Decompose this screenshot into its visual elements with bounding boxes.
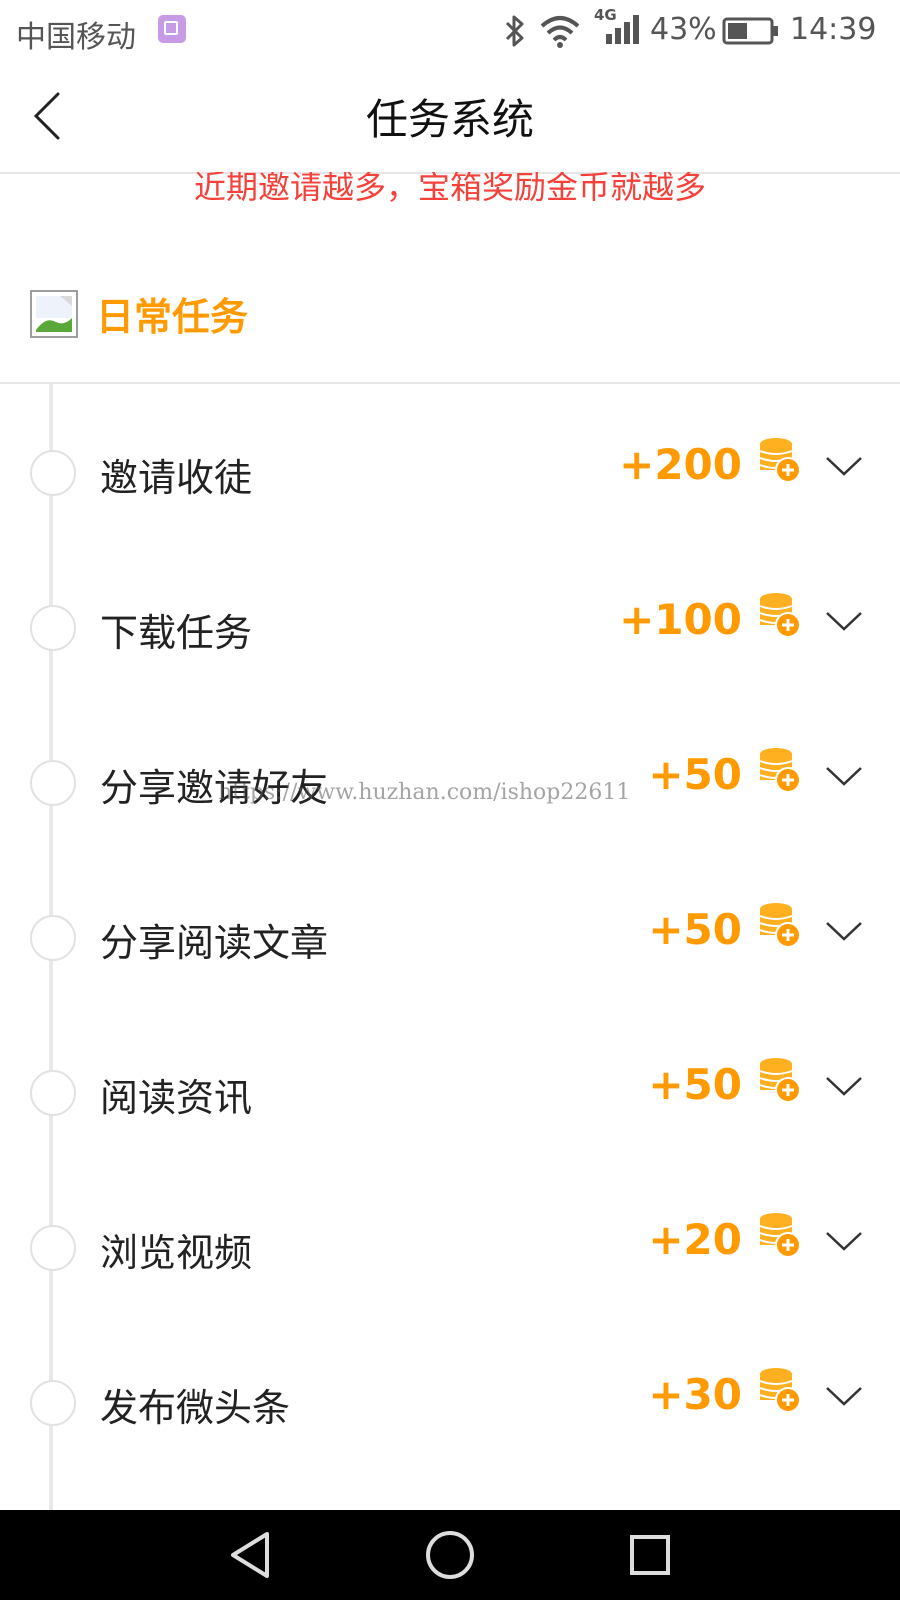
task-reward: +200 [619,440,742,489]
task-reward: +100 [619,595,742,644]
battery-percent: 43% [650,12,717,47]
task-label: 邀请收徒 [100,456,253,500]
promo-text: 近期邀请越多，宝箱奖励金币就越多 [193,172,706,206]
watermark: https://www.huzhan.com/ishop22611 [218,780,631,805]
nav-home-icon [426,1531,474,1579]
chevron-down-icon[interactable] [824,1074,864,1098]
coin-stack-icon [759,748,801,793]
task-label: 分享阅读文章 [100,921,329,965]
chevron-down-icon[interactable] [824,764,864,788]
promo-banner: 近期邀请越多，宝箱奖励金币就越多 [0,172,900,212]
chevron-down-icon[interactable] [824,919,864,943]
carrier-name: 中国移动 [16,20,136,55]
chevron-down-icon[interactable] [824,1229,864,1253]
header-bar: 任务系统 [0,62,900,174]
nav-back-icon [231,1532,269,1578]
broken-image-icon [30,290,78,338]
task-row-download[interactable]: 下载任务 +100 [0,539,900,694]
chevron-down-icon[interactable] [824,609,864,633]
nav-back-button[interactable] [205,1510,295,1600]
timeline-dot [30,605,76,651]
task-row-share-article[interactable]: 分享阅读文章 +50 [0,849,900,1004]
coin-stack-icon [759,593,801,638]
task-label: 浏览视频 [100,1231,253,1275]
task-reward: +50 [648,750,742,799]
timeline-dot [30,1380,76,1426]
task-reward: +50 [648,905,742,954]
coin-stack-icon [759,1058,801,1103]
task-row-browse-video[interactable]: 浏览视频 +20 [0,1159,900,1314]
signal-icon [606,15,639,44]
timeline-dot [30,450,76,496]
page-title: 任务系统 [365,95,534,144]
task-label: 发布微头条 [100,1386,291,1430]
image-notification-icon [158,15,186,43]
task-reward: +50 [648,1060,742,1109]
task-row-share-invite[interactable]: 分享邀请好友 +50 [0,694,900,849]
wifi-icon [540,16,580,48]
chevron-down-icon[interactable] [824,454,864,478]
timeline-dot [30,1070,76,1116]
task-row-post-microheadline[interactable]: 发布微头条 +30 [0,1314,900,1469]
nav-recents-icon [630,1535,670,1575]
task-label: 阅读资讯 [100,1076,253,1120]
bluetooth-icon [505,15,524,47]
timeline-dot [30,760,76,806]
task-label: 下载任务 [100,611,253,655]
task-reward: +20 [648,1215,742,1264]
coin-stack-icon [759,1368,801,1413]
daily-tasks-header: 日常任务 [0,262,900,384]
clock: 14:39 [790,12,877,47]
task-reward: +30 [648,1370,742,1419]
chevron-down-icon[interactable] [824,1384,864,1408]
task-row-read-news[interactable]: 阅读资讯 +50 [0,1004,900,1159]
nav-home-button[interactable] [405,1510,495,1600]
system-nav-bar [0,1510,900,1600]
status-bar: 中国移动 4G 43% 14:39 [0,0,900,62]
section-title: 日常任务 [96,295,249,339]
coin-stack-icon [759,438,801,483]
coin-stack-icon [759,1213,801,1258]
task-row-invite-apprentice[interactable]: 邀请收徒 +200 [0,384,900,539]
coin-stack-icon [759,903,801,948]
battery-icon [722,17,778,45]
timeline-dot [30,915,76,961]
nav-recents-button[interactable] [605,1510,695,1600]
timeline-dot [30,1225,76,1271]
